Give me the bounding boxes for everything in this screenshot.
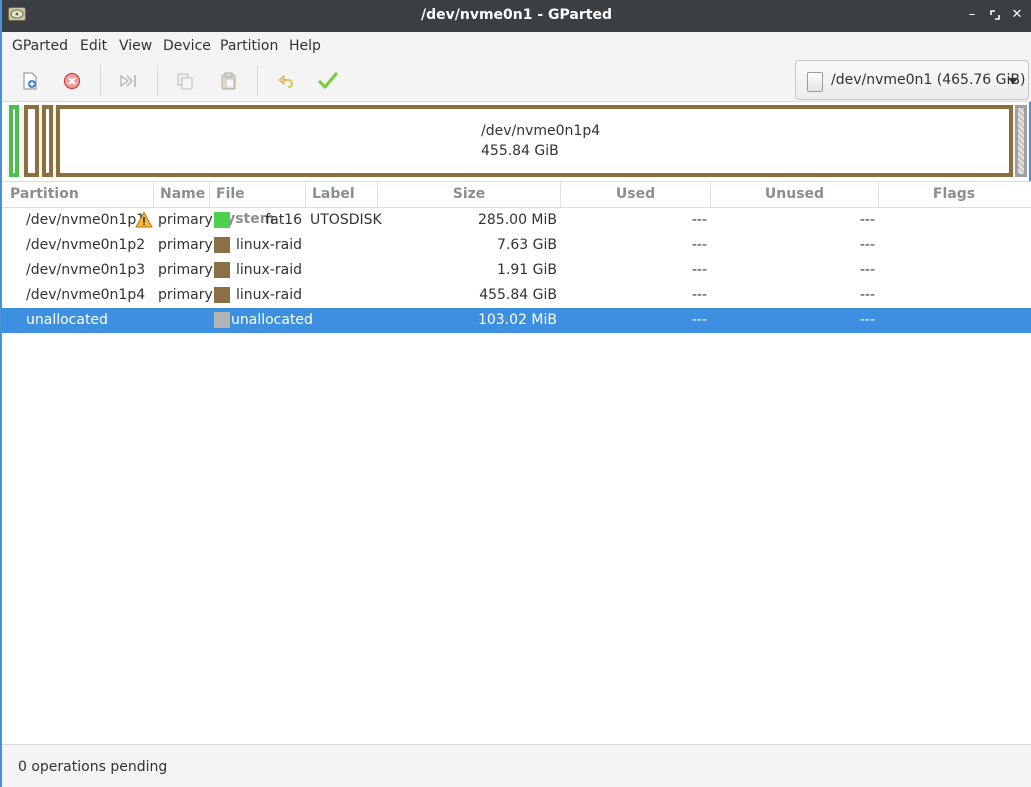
- filesystem-color-swatch: [214, 237, 230, 253]
- cell-size: 7.63 GiB: [497, 237, 557, 253]
- cell-filesystem: unallocated: [231, 312, 313, 328]
- delete-icon: [63, 72, 81, 90]
- new-partition-button[interactable]: [17, 68, 43, 94]
- paste-icon: [221, 72, 236, 90]
- cell-used: ---: [691, 312, 707, 328]
- cell-name: primary: [158, 287, 213, 303]
- disk-map-segment-p4[interactable]: /dev/nvme0n1p4 455.84 GiB: [56, 105, 1013, 177]
- undo-button[interactable]: [273, 68, 299, 94]
- table-row-selected[interactable]: unallocated unallocated 103.02 MiB --- -…: [2, 308, 1031, 333]
- menu-device[interactable]: Device: [163, 38, 211, 54]
- table-row[interactable]: /dev/nvme0n1p3 primary linux-raid 1.91 G…: [2, 258, 1031, 283]
- filesystem-color-swatch: [214, 312, 230, 328]
- cell-unused: ---: [859, 312, 875, 328]
- device-selector[interactable]: /dev/nvme0n1 (465.76 GiB): [795, 60, 1029, 100]
- cell-filesystem: linux-raid: [236, 237, 302, 253]
- disk-map-segment-p3[interactable]: [42, 105, 53, 177]
- filesystem-color-swatch: [214, 287, 230, 303]
- table-row[interactable]: /dev/nvme0n1p1 primary fat16 UTOSDISK 28…: [2, 208, 1031, 233]
- menu-edit[interactable]: Edit: [80, 38, 107, 54]
- cell-used: ---: [691, 287, 707, 303]
- menu-gparted[interactable]: GParted: [12, 38, 68, 54]
- resize-move-icon: [120, 74, 136, 88]
- cell-size: 1.91 GiB: [497, 262, 557, 278]
- title-bar: /dev/nvme0n1 - GParted – ✕: [2, 0, 1031, 32]
- cell-filesystem: linux-raid: [236, 287, 302, 303]
- table-header: Partition Name File System Label Size Us…: [2, 182, 1031, 227]
- filesystem-color-swatch: [214, 212, 230, 228]
- disk-map-segment-p2[interactable]: [24, 105, 39, 177]
- table-row[interactable]: /dev/nvme0n1p2 primary linux-raid 7.63 G…: [2, 233, 1031, 258]
- cell-partition: unallocated: [26, 312, 108, 328]
- menu-bar: GParted Edit View Device Partition Help: [2, 32, 1031, 60]
- toolbar-separator: [257, 66, 258, 96]
- filesystem-color-swatch: [214, 262, 230, 278]
- copy-button[interactable]: [172, 68, 198, 94]
- cell-name: primary: [158, 237, 213, 253]
- operations-pending-status: 0 operations pending: [18, 759, 168, 775]
- menu-help[interactable]: Help: [289, 38, 321, 54]
- disk-map: /dev/nvme0n1p4 455.84 GiB: [7, 105, 1028, 177]
- toolbar-separator: [100, 66, 101, 96]
- menu-partition[interactable]: Partition: [220, 38, 278, 54]
- cell-name: primary: [158, 212, 213, 228]
- menu-view[interactable]: View: [119, 38, 152, 54]
- cell-size: 285.00 MiB: [477, 212, 557, 228]
- table-row[interactable]: /dev/nvme0n1p4 primary linux-raid 455.84…: [2, 283, 1031, 308]
- disk-map-partition-name: /dev/nvme0n1p4: [481, 123, 601, 139]
- cell-size: 455.84 GiB: [479, 287, 557, 303]
- column-header-flags[interactable]: Flags: [879, 182, 1029, 207]
- maximize-icon[interactable]: [986, 6, 1004, 24]
- cell-filesystem: linux-raid: [236, 262, 302, 278]
- status-bar: 0 operations pending: [2, 744, 1031, 787]
- cell-unused: ---: [859, 237, 875, 253]
- cell-partition: /dev/nvme0n1p2: [26, 237, 146, 253]
- resize-move-button[interactable]: [115, 68, 141, 94]
- cell-unused: ---: [859, 212, 875, 228]
- column-header-unused[interactable]: Unused: [711, 182, 879, 207]
- partition-table: Partition Name File System Label Size Us…: [2, 181, 1031, 744]
- disk-map-segment-unallocated[interactable]: [1015, 105, 1027, 177]
- apply-button[interactable]: [315, 68, 341, 94]
- disk-map-partition-size: 455.84 GiB: [481, 143, 559, 159]
- column-header-partition[interactable]: Partition: [4, 182, 154, 207]
- copy-icon: [177, 73, 193, 90]
- column-header-name[interactable]: Name: [154, 182, 210, 207]
- cell-partition: /dev/nvme0n1p3: [26, 262, 146, 278]
- column-header-filesystem[interactable]: File System: [210, 182, 306, 227]
- device-selector-label: /dev/nvme0n1 (465.76 GiB): [831, 72, 1026, 88]
- new-icon: [23, 72, 37, 90]
- column-header-used[interactable]: Used: [561, 182, 711, 207]
- window-title: /dev/nvme0n1 - GParted: [421, 7, 612, 23]
- toolbar: /dev/nvme0n1 (465.76 GiB): [2, 60, 1031, 102]
- delete-partition-button[interactable]: [59, 68, 85, 94]
- cell-size: 103.02 MiB: [477, 312, 557, 328]
- gparted-window: /dev/nvme0n1 - GParted – ✕ GParted Edit …: [0, 0, 1031, 787]
- cell-used: ---: [691, 237, 707, 253]
- cell-partition: /dev/nvme0n1p4: [26, 287, 146, 303]
- apply-icon: [318, 72, 338, 89]
- undo-icon: [278, 74, 294, 88]
- toolbar-separator: [157, 66, 158, 96]
- cell-partition: /dev/nvme0n1p1: [26, 212, 146, 228]
- cell-filesystem: fat16: [265, 212, 302, 228]
- disk-map-segment-p1[interactable]: [9, 105, 19, 177]
- warning-icon: [135, 211, 153, 228]
- cell-unused: ---: [859, 287, 875, 303]
- cell-unused: ---: [859, 262, 875, 278]
- cell-label: UTOSDISK: [310, 212, 382, 228]
- cell-name: primary: [158, 262, 213, 278]
- close-icon[interactable]: ✕: [1008, 6, 1026, 24]
- cell-used: ---: [691, 262, 707, 278]
- paste-button[interactable]: [216, 68, 242, 94]
- chevron-down-icon: [1008, 78, 1018, 84]
- disk-icon: [807, 72, 823, 92]
- minimize-icon[interactable]: –: [963, 6, 981, 24]
- cell-used: ---: [691, 212, 707, 228]
- column-header-size[interactable]: Size: [378, 182, 561, 207]
- column-header-label[interactable]: Label: [306, 182, 378, 207]
